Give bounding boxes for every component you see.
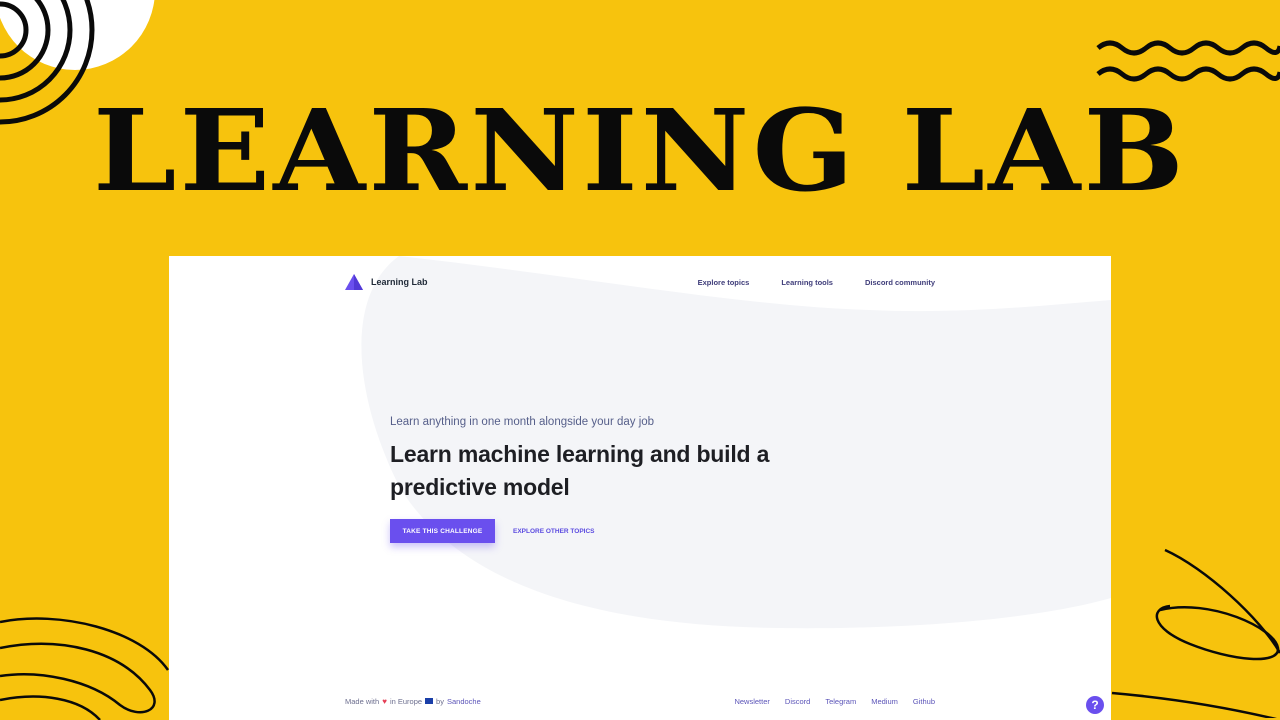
decorative-waves xyxy=(1096,40,1280,82)
explore-other-topics-link[interactable]: EXPLORE OTHER TOPICS xyxy=(513,528,595,535)
help-icon[interactable]: ? xyxy=(1086,696,1104,714)
nav-link-discord-community[interactable]: Discord community xyxy=(865,278,935,287)
app-screenshot: Learning Lab Explore topics Learning too… xyxy=(169,256,1111,720)
poster-title: LEARNING LAB xyxy=(92,86,1188,217)
hero-title: Learn machine learning and build a predi… xyxy=(390,441,770,500)
brand[interactable]: Learning Lab xyxy=(345,274,428,290)
footer-link-discord[interactable]: Discord xyxy=(785,697,810,706)
eu-flag-icon xyxy=(425,698,434,704)
made-with-credit: Made with ♥ in Europe by Sandoche xyxy=(345,697,481,706)
take-challenge-button[interactable]: TAKE THIS CHALLENGE xyxy=(390,519,495,544)
decorative-squiggle-left xyxy=(0,617,170,720)
author-link[interactable]: Sandoche xyxy=(447,697,481,706)
decorative-squiggle-right xyxy=(1111,548,1280,718)
made-with-text: Made with xyxy=(345,696,380,706)
in-europe-text: in Europe xyxy=(389,696,423,706)
footer-link-newsletter[interactable]: Newsletter xyxy=(734,697,769,706)
footer: Made with ♥ in Europe by Sandoche Newsle… xyxy=(345,695,935,707)
hero-kicker: Learn anything in one month alongside yo… xyxy=(390,416,655,428)
hero-actions: TAKE THIS CHALLENGE EXPLORE OTHER TOPICS xyxy=(390,519,850,544)
brand-name: Learning Lab xyxy=(371,277,428,287)
nav-link-learning-tools[interactable]: Learning tools xyxy=(781,278,833,287)
top-nav: Learning Lab Explore topics Learning too… xyxy=(345,273,935,291)
footer-link-telegram[interactable]: Telegram xyxy=(825,697,856,706)
by-text: by xyxy=(436,696,444,706)
footer-link-medium[interactable]: Medium xyxy=(871,697,898,706)
footer-links: Newsletter Discord Telegram Medium Githu… xyxy=(734,697,935,706)
nav-link-explore-topics[interactable]: Explore topics xyxy=(698,278,750,287)
triangle-logo-icon xyxy=(345,274,363,290)
heart-icon: ♥ xyxy=(382,696,387,706)
nav-links: Explore topics Learning tools Discord co… xyxy=(698,278,935,287)
footer-link-github[interactable]: Github xyxy=(913,697,935,706)
hero-section: Learn anything in one month alongside yo… xyxy=(390,416,850,544)
